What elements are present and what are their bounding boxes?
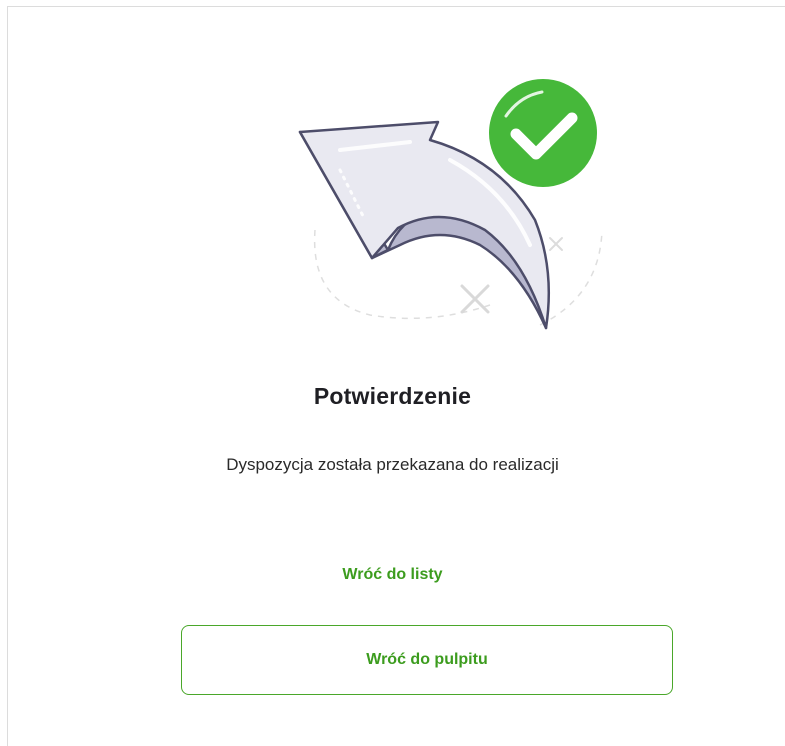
x-mark-icon [460,284,490,314]
small-x-mark-icon [549,237,563,251]
checkmark-circle-icon [489,79,597,187]
back-to-list-link[interactable]: Wróć do listy [0,566,785,584]
back-to-dashboard-button[interactable]: Wróć do pulpitu [181,625,673,695]
page-title: Potwierdzenie [313,383,472,409]
return-arrow-illustration [298,79,603,330]
confirmation-message: Dyspozycja została przekazana do realiza… [226,455,559,474]
